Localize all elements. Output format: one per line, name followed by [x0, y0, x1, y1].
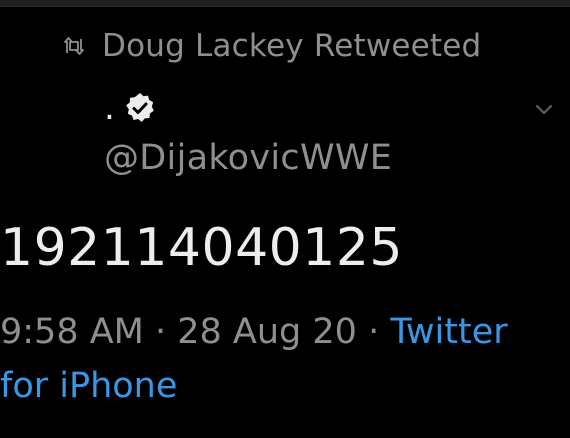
tweet-meta: 9:58 AM · 28 Aug 20 · Twitter for iPhone	[0, 305, 560, 413]
meta-separator: ·	[143, 312, 178, 352]
meta-separator: ·	[356, 312, 391, 352]
tweet-date: 28 Aug 20	[177, 312, 357, 352]
chevron-down-icon[interactable]	[531, 97, 557, 123]
social-context: Doug Lackey Retweeted	[62, 24, 481, 68]
author-display-name[interactable]: .	[104, 91, 115, 125]
author-handle[interactable]: @DijakovicWWE	[104, 138, 392, 178]
author-name-row[interactable]: .	[104, 88, 157, 128]
tweet-time: 9:58 AM	[0, 312, 144, 352]
retweet-icon	[62, 34, 86, 58]
screen-divider	[0, 6, 570, 7]
tweet-text: 192114040125	[0, 218, 404, 278]
retweeted-by-label[interactable]: Doug Lackey Retweeted	[102, 28, 481, 64]
verified-badge-icon	[123, 91, 157, 125]
